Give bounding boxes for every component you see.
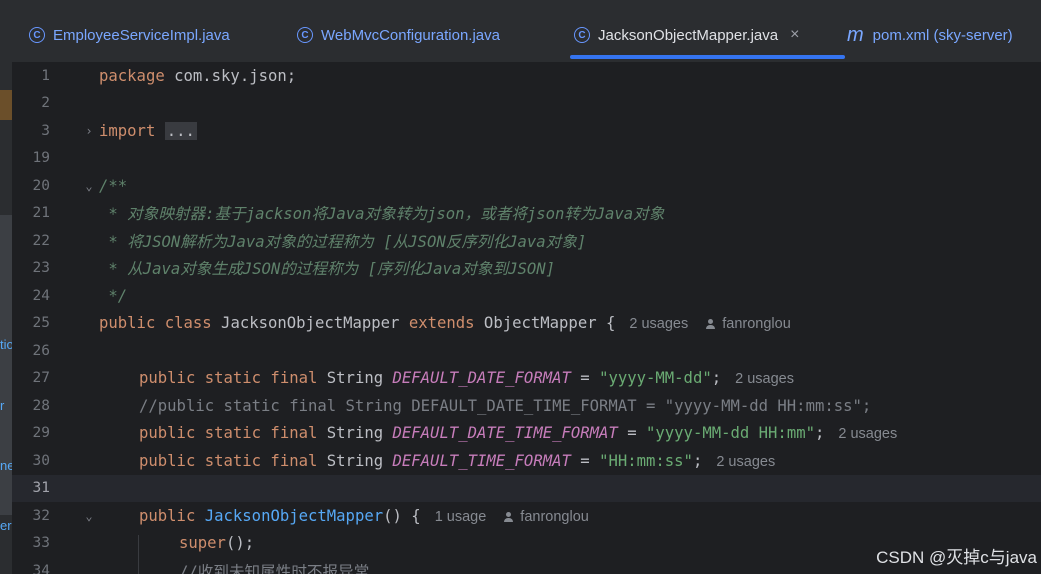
code-line: 28 //public static final String DEFAULT_…	[12, 392, 1041, 420]
line-number: 2	[41, 95, 50, 112]
tab-web-mvc-configuration[interactable]: C WebMvcConfiguration.java	[297, 22, 500, 48]
java-class-icon: C	[29, 27, 45, 43]
folded-imports[interactable]: ...	[164, 121, 197, 140]
fold-expand-icon[interactable]: ›	[82, 124, 96, 138]
code-text: package com.sky.json;	[99, 66, 297, 85]
strip-text: r	[0, 398, 5, 413]
line-number: 25	[32, 315, 50, 332]
line-number: 3	[41, 122, 50, 139]
close-tab-icon[interactable]: ×	[790, 26, 799, 44]
line-number: 23	[32, 260, 50, 277]
author-icon	[504, 511, 514, 522]
java-class-icon: C	[574, 27, 590, 43]
java-class-icon: C	[297, 27, 313, 43]
code-line: 21 * 对象映射器:基于jackson将Java对象转为json，或者将jso…	[12, 200, 1041, 228]
line-number: 26	[32, 342, 50, 359]
usages-hint[interactable]: 1 usage	[435, 509, 487, 525]
code-line: 24 */	[12, 282, 1041, 310]
strip-text: ne	[0, 458, 12, 473]
strip-text: tio	[0, 337, 12, 352]
line-number: 29	[32, 425, 50, 442]
line-number: 1	[41, 67, 50, 84]
code-line: 19	[12, 145, 1041, 173]
line-number: 33	[32, 535, 50, 552]
strip-highlight	[0, 90, 12, 120]
code-line: 25 public class JacksonObjectMapper exte…	[12, 310, 1041, 338]
usages-hint[interactable]: 2 usages	[838, 426, 897, 442]
code-text: public static final String DEFAULT_DATE_…	[139, 369, 794, 388]
line-number: 27	[32, 370, 50, 387]
tab-label: pom.xml (sky-server)	[872, 26, 1013, 44]
line-number: 19	[32, 150, 50, 167]
usages-hint[interactable]: 2 usages	[716, 454, 775, 470]
line-number: 24	[32, 287, 50, 304]
tab-jackson-object-mapper[interactable]: C JacksonObjectMapper.java ×	[574, 22, 799, 48]
usages-hint[interactable]: 2 usages	[735, 371, 794, 387]
fold-collapse-icon[interactable]: ⌄	[82, 509, 96, 523]
csdn-watermark: CSDN @灭掉c与java	[876, 548, 1037, 567]
fold-collapse-icon[interactable]: ⌄	[82, 179, 96, 193]
code-line: 26	[12, 337, 1041, 365]
line-number: 22	[32, 232, 50, 249]
author-icon	[706, 319, 716, 330]
code-editor[interactable]: 1 package com.sky.json; 2 3 › import ...…	[12, 62, 1041, 574]
code-line: 23 * 从Java对象生成JSON的过程称为 [序列化Java对象到JSON]	[12, 255, 1041, 283]
code-line: 1 package com.sky.json;	[12, 62, 1041, 90]
author-hint[interactable]: fanronglou	[722, 316, 791, 332]
tab-label: WebMvcConfiguration.java	[321, 26, 500, 44]
tab-label: JacksonObjectMapper.java	[598, 26, 779, 44]
doc-comment: * 对象映射器:基于jackson将Java对象转为json，或者将json转为…	[99, 205, 665, 224]
project-panel-edge: tio r ne er	[0, 0, 12, 574]
code-line: 27 public static final String DEFAULT_DA…	[12, 365, 1041, 393]
code-line: 30 public static final String DEFAULT_TI…	[12, 447, 1041, 475]
code-line: 32 ⌄ public JacksonObjectMapper() {1 usa…	[12, 502, 1041, 530]
tab-employee-service-impl[interactable]: C EmployeeServiceImpl.java	[29, 22, 230, 48]
current-line[interactable]: 31	[12, 474, 1041, 502]
code-line: 22 * 将JSON解析为Java对象的过程称为 [从JSON反序列化Java对…	[12, 227, 1041, 255]
code-text: public static final String DEFAULT_DATE_…	[139, 424, 898, 443]
doc-comment: * 从Java对象生成JSON的过程称为 [序列化Java对象到JSON]	[99, 260, 556, 279]
line-comment: //收到未知属性时不报异常	[179, 562, 370, 574]
author-hint[interactable]: fanronglou	[520, 509, 589, 525]
usages-hint[interactable]: 2 usages	[629, 316, 688, 332]
line-number: 32	[32, 507, 50, 524]
line-number: 28	[32, 397, 50, 414]
code-line: 2	[12, 90, 1041, 118]
code-text: super();	[179, 534, 255, 553]
maven-icon: m	[847, 24, 864, 46]
line-number: 21	[32, 205, 50, 222]
code-line: 20 ⌄ /**	[12, 172, 1041, 200]
tab-pom-xml[interactable]: m pom.xml (sky-server)	[847, 22, 1013, 48]
doc-comment: */	[99, 286, 128, 305]
line-number: 34	[32, 562, 50, 574]
editor-tab-bar: C EmployeeServiceImpl.java C WebMvcConfi…	[12, 0, 1041, 63]
line-number: 30	[32, 452, 50, 469]
active-tab-indicator	[570, 55, 845, 59]
strip-text: er	[0, 518, 12, 533]
line-number: 31	[32, 480, 50, 497]
doc-comment: * 将JSON解析为Java对象的过程称为 [从JSON反序列化Java对象]	[99, 232, 587, 251]
doc-comment: /**	[99, 176, 128, 195]
line-number: 20	[32, 177, 50, 194]
code-text: import ...	[99, 121, 197, 140]
code-line: 3 › import ...	[12, 117, 1041, 145]
code-text: public class JacksonObjectMapper extends…	[99, 314, 791, 333]
tab-label: EmployeeServiceImpl.java	[53, 26, 230, 44]
line-comment: //public static final String DEFAULT_DAT…	[139, 396, 872, 415]
code-text: public JacksonObjectMapper() {1 usage fan…	[139, 506, 589, 525]
code-line: 29 public static final String DEFAULT_DA…	[12, 420, 1041, 448]
code-text: public static final String DEFAULT_TIME_…	[139, 451, 776, 470]
